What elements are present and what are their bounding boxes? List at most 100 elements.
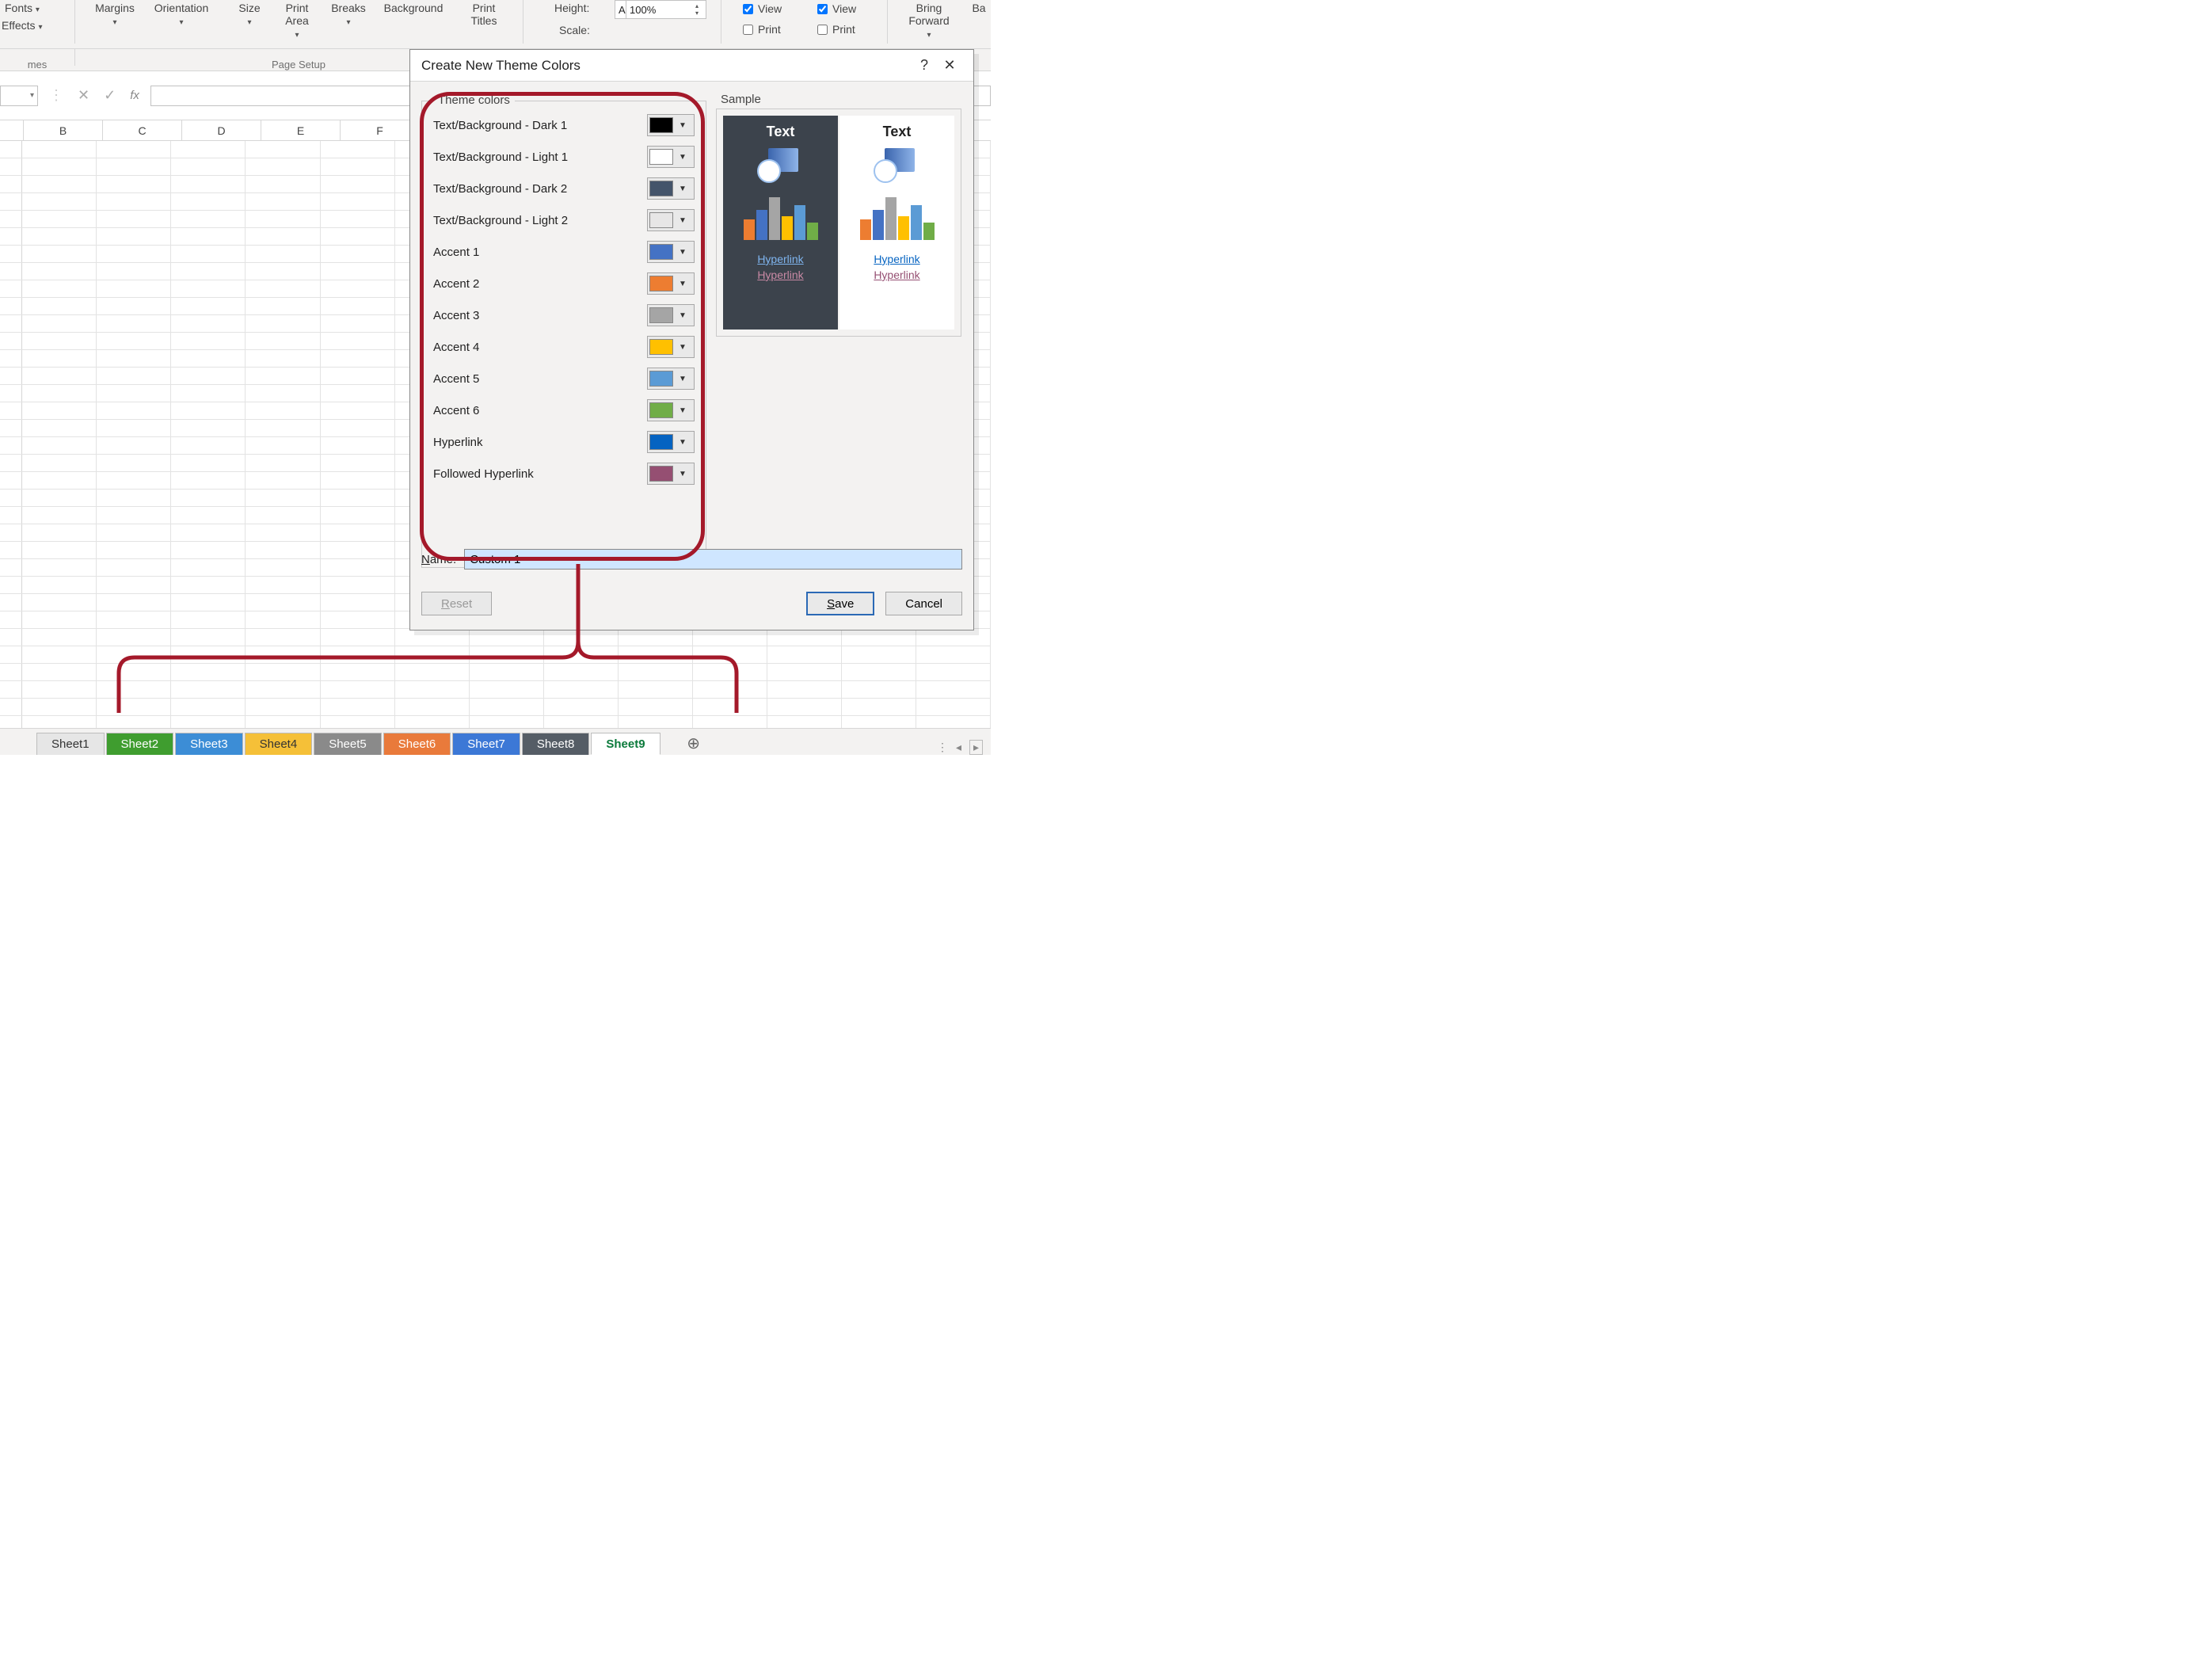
- close-icon[interactable]: ✕: [937, 57, 962, 74]
- headings-view-checkbox[interactable]: View: [814, 2, 856, 17]
- sheet-tab[interactable]: Sheet8: [522, 733, 590, 755]
- color-picker-button[interactable]: ▼: [647, 146, 695, 168]
- gridlines-print-checkbox[interactable]: Print: [740, 22, 781, 37]
- color-picker-button[interactable]: ▼: [647, 272, 695, 295]
- scroll-left-icon[interactable]: ◂: [956, 741, 961, 754]
- headings-print-checkbox[interactable]: Print: [814, 22, 855, 37]
- theme-color-label: Text/Background - Light 1: [433, 150, 647, 164]
- chevron-down-icon: ▼: [673, 121, 692, 130]
- cancel-icon[interactable]: ✕: [78, 87, 89, 104]
- print-area-button[interactable]: Print Area▾: [276, 2, 318, 40]
- column-header[interactable]: [0, 120, 24, 141]
- sample-followed-hyperlink: Hyperlink: [757, 267, 803, 283]
- theme-colors-group: Theme colors Text/Background - Dark 1▼Te…: [421, 101, 706, 568]
- chevron-down-icon: ▼: [673, 153, 692, 162]
- column-header[interactable]: D: [182, 120, 261, 141]
- theme-color-row: Accent 4▼: [433, 331, 695, 363]
- chevron-down-icon: ▼: [673, 185, 692, 193]
- sample-chart-icon: [744, 192, 818, 240]
- sheet-tab[interactable]: Sheet1: [36, 733, 105, 755]
- sample-group: Sample Text: [716, 101, 961, 370]
- effects-dropdown[interactable]: Effects ▾: [2, 19, 42, 34]
- name-label: Name:: [421, 553, 456, 566]
- color-picker-button[interactable]: ▼: [647, 463, 695, 485]
- theme-color-row: Accent 6▼: [433, 394, 695, 426]
- color-swatch-icon: [649, 212, 673, 228]
- size-button[interactable]: Size▾: [230, 2, 269, 27]
- name-box[interactable]: ▾: [0, 86, 38, 106]
- spinner-icon[interactable]: ▴▾: [691, 2, 702, 17]
- sample-text-light: Text: [883, 124, 912, 140]
- gridlines-view-checkbox[interactable]: View: [740, 2, 782, 17]
- theme-name-input[interactable]: [464, 549, 962, 570]
- bring-forward-button[interactable]: Bring Forward▾: [900, 2, 958, 40]
- color-picker-button[interactable]: ▼: [647, 336, 695, 358]
- sheet-tab[interactable]: Sheet7: [452, 733, 520, 755]
- scroll-right-icon[interactable]: ▸: [969, 740, 983, 755]
- sheet-tab[interactable]: Sheet6: [383, 733, 451, 755]
- column-header[interactable]: B: [24, 120, 103, 141]
- color-picker-button[interactable]: ▼: [647, 177, 695, 200]
- scale-label: Scale:: [559, 24, 590, 36]
- sheet-tab[interactable]: Sheet2: [106, 733, 174, 755]
- save-button[interactable]: Save: [806, 592, 874, 615]
- color-picker-button[interactable]: ▼: [647, 114, 695, 136]
- sample-followed-hyperlink: Hyperlink: [874, 267, 919, 283]
- scale-input[interactable]: 100%▴▾: [626, 0, 706, 19]
- color-picker-button[interactable]: ▼: [647, 431, 695, 453]
- theme-color-row: Accent 5▼: [433, 363, 695, 394]
- color-swatch-icon: [649, 371, 673, 387]
- breaks-button[interactable]: Breaks▾: [326, 2, 371, 27]
- fx-icon[interactable]: fx: [130, 89, 139, 102]
- sample-hyperlink: Hyperlink: [874, 251, 919, 267]
- theme-color-row: Text/Background - Light 2▼: [433, 204, 695, 236]
- color-picker-button[interactable]: ▼: [647, 368, 695, 390]
- color-swatch-icon: [649, 181, 673, 196]
- sample-text-dark: Text: [767, 124, 795, 140]
- enter-icon[interactable]: ✓: [104, 87, 116, 104]
- sheet-tab[interactable]: Sheet3: [175, 733, 243, 755]
- dialog-titlebar: Create New Theme Colors ? ✕: [410, 50, 973, 82]
- name-row: Name:: [421, 549, 962, 570]
- margins-button[interactable]: Margins▾: [87, 2, 143, 27]
- chevron-down-icon: ▼: [673, 343, 692, 352]
- sheet-tab[interactable]: Sheet4: [245, 733, 313, 755]
- color-swatch-icon: [649, 466, 673, 482]
- sheet-tab[interactable]: Sheet5: [314, 733, 382, 755]
- theme-color-row: Text/Background - Dark 1▼: [433, 109, 695, 141]
- color-picker-button[interactable]: ▼: [647, 209, 695, 231]
- color-swatch-icon: [649, 276, 673, 291]
- theme-color-row: Text/Background - Dark 2▼: [433, 173, 695, 204]
- create-theme-colors-dialog: Create New Theme Colors ? ✕ Theme colors…: [409, 49, 974, 630]
- theme-color-label: Accent 1: [433, 246, 647, 259]
- app-root: Fonts ▾ Effects ▾ Margins▾ Orientation▾ …: [0, 0, 991, 755]
- column-header[interactable]: F: [341, 120, 420, 141]
- print-titles-button[interactable]: Print Titles: [463, 2, 505, 27]
- vsep-icon: ⋮: [49, 87, 63, 104]
- vsep-icon: ⋮: [937, 741, 948, 754]
- orientation-button[interactable]: Orientation▾: [146, 2, 217, 27]
- truncated-button[interactable]: Ba: [968, 2, 990, 14]
- sample-hyperlink: Hyperlink: [757, 251, 803, 267]
- fonts-dropdown[interactable]: Fonts ▾: [5, 2, 40, 17]
- color-picker-button[interactable]: ▼: [647, 399, 695, 421]
- color-picker-button[interactable]: ▼: [647, 304, 695, 326]
- dialog-title: Create New Theme Colors: [421, 58, 581, 74]
- column-header[interactable]: E: [261, 120, 341, 141]
- sheet-tab[interactable]: Sheet9: [591, 733, 660, 755]
- cancel-button[interactable]: Cancel: [885, 592, 962, 615]
- theme-color-row: Accent 3▼: [433, 299, 695, 331]
- ribbon: Fonts ▾ Effects ▾ Margins▾ Orientation▾ …: [0, 0, 991, 49]
- reset-button[interactable]: Reset: [421, 592, 492, 615]
- theme-color-row: Accent 2▼: [433, 268, 695, 299]
- help-button[interactable]: ?: [912, 57, 937, 74]
- color-picker-button[interactable]: ▼: [647, 241, 695, 263]
- sample-legend: Sample: [716, 93, 766, 106]
- theme-color-row: Hyperlink▼: [433, 426, 695, 458]
- color-swatch-icon: [649, 307, 673, 323]
- theme-color-label: Accent 6: [433, 404, 647, 417]
- column-header[interactable]: C: [103, 120, 182, 141]
- background-button[interactable]: Background: [377, 2, 450, 14]
- new-sheet-button[interactable]: ⊕: [678, 733, 710, 755]
- chevron-down-icon: ▼: [673, 216, 692, 225]
